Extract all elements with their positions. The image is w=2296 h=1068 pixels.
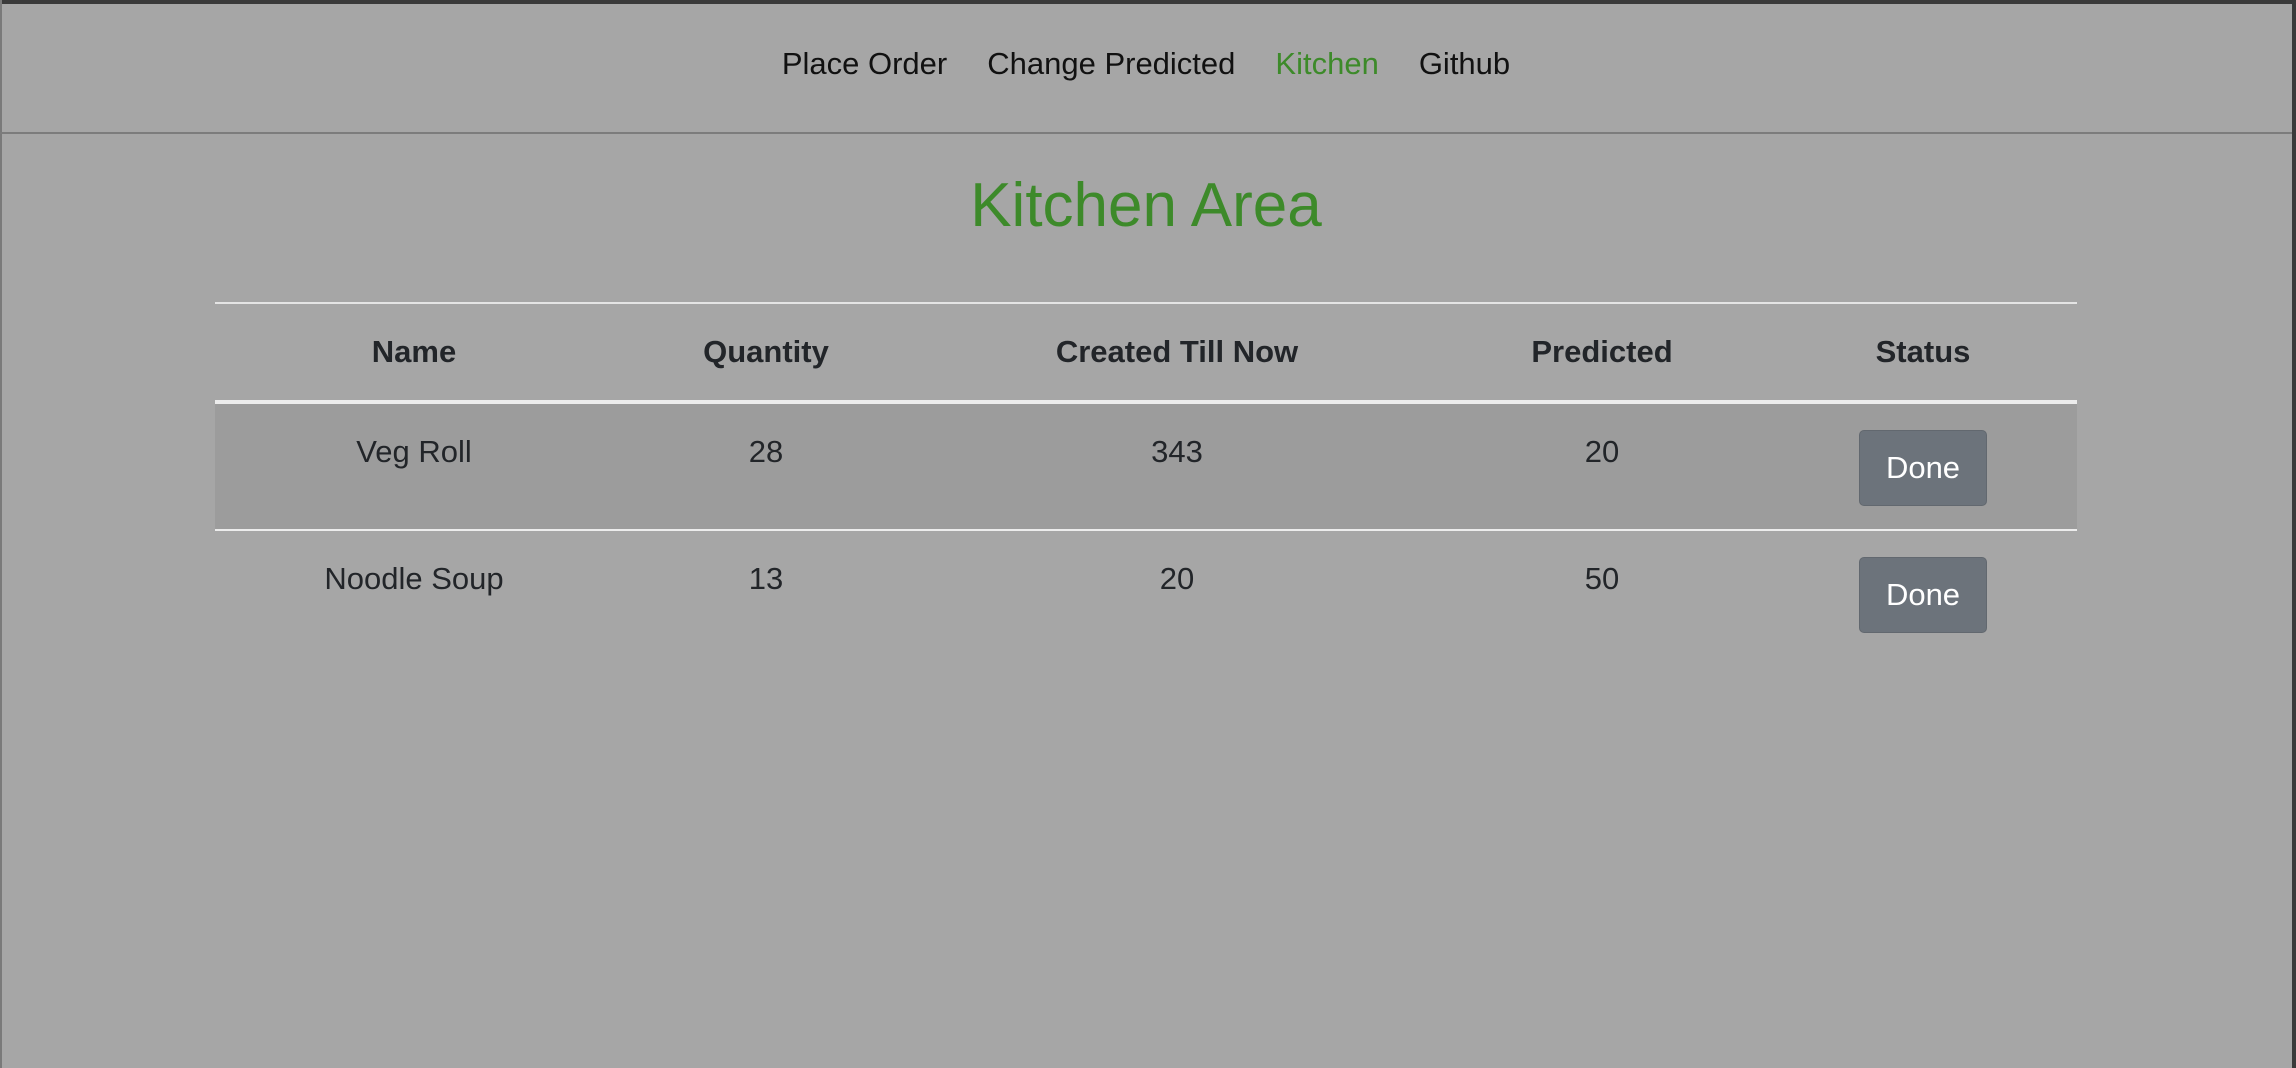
cell-quantity: 28 xyxy=(613,402,919,531)
cell-created-text: 20 xyxy=(1159,561,1195,596)
cell-predicted-text: 50 xyxy=(1584,561,1620,596)
window-right-border xyxy=(2292,0,2296,1068)
table-body: Veg Roll 28 343 20 Done Noodle Soup 13 2… xyxy=(215,402,2077,656)
cell-predicted: 50 xyxy=(1435,530,1769,656)
done-button[interactable]: Done xyxy=(1859,557,1987,633)
window-left-border xyxy=(0,0,2,1068)
column-header-predicted: Predicted xyxy=(1435,302,1769,404)
cell-name: Noodle Soup xyxy=(215,530,613,656)
cell-quantity-text: 13 xyxy=(748,561,784,596)
table-header: Name Quantity Created Till Now Predicted… xyxy=(215,302,2077,404)
cell-predicted: 20 xyxy=(1435,402,1769,531)
kitchen-table-container: Name Quantity Created Till Now Predicted… xyxy=(215,302,2077,656)
table-row: Noodle Soup 13 20 50 Done xyxy=(215,530,2077,656)
column-header-status: Status xyxy=(1769,302,2077,404)
cell-quantity-text: 28 xyxy=(748,434,784,469)
top-navbar: Place Order Change Predicted Kitchen Git… xyxy=(0,4,2292,134)
kitchen-orders-table: Name Quantity Created Till Now Predicted… xyxy=(215,302,2077,656)
cell-quantity: 13 xyxy=(613,530,919,656)
nav-change-predicted[interactable]: Change Predicted xyxy=(987,46,1235,82)
table-header-row: Name Quantity Created Till Now Predicted… xyxy=(215,302,2077,404)
nav-place-order[interactable]: Place Order xyxy=(782,46,947,82)
page-title: Kitchen Area xyxy=(970,171,1322,240)
cell-created: 20 xyxy=(919,530,1435,656)
done-button[interactable]: Done xyxy=(1859,430,1987,506)
cell-status: Done xyxy=(1769,530,2077,656)
nav-kitchen[interactable]: Kitchen xyxy=(1275,46,1378,82)
nav-github[interactable]: Github xyxy=(1419,46,1510,82)
table-row: Veg Roll 28 343 20 Done xyxy=(215,402,2077,531)
column-header-quantity: Quantity xyxy=(613,302,919,404)
cell-predicted-text: 20 xyxy=(1584,434,1620,469)
column-header-name: Name xyxy=(215,302,613,404)
cell-name: Veg Roll xyxy=(215,402,613,531)
cell-created-text: 343 xyxy=(1151,434,1203,469)
cell-name-text: Noodle Soup xyxy=(324,561,504,596)
cell-created: 343 xyxy=(919,402,1435,531)
cell-name-text: Veg Roll xyxy=(356,434,472,469)
cell-status: Done xyxy=(1769,402,2077,531)
column-header-created: Created Till Now xyxy=(919,302,1435,404)
